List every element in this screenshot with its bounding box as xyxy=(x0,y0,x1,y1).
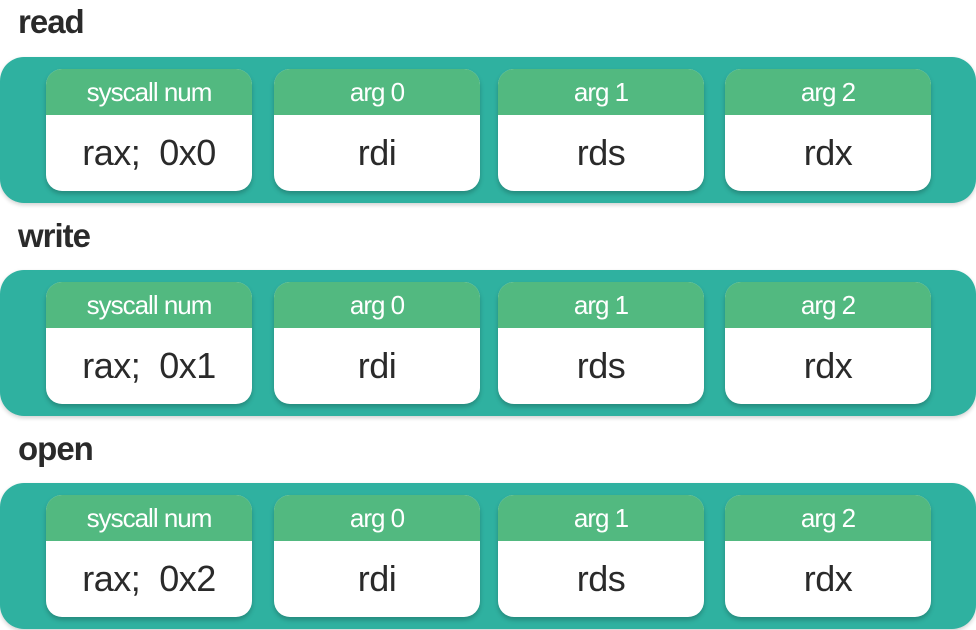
syscall-num-cell: syscall num rax; 0x2 xyxy=(46,495,252,617)
cell-header: arg 0 xyxy=(274,495,480,541)
cell-header: arg 0 xyxy=(274,282,480,328)
syscall-band-read: syscall num rax; 0x0 arg 0 rdi arg 1 rds… xyxy=(0,57,976,203)
cell-header: syscall num xyxy=(46,69,252,115)
arg0-cell: arg 0 rdi xyxy=(274,282,480,404)
cell-value: rax; 0x2 xyxy=(82,558,216,599)
syscall-band-write: syscall num rax; 0x1 arg 0 rdi arg 1 rds… xyxy=(0,270,976,416)
cell-value: rdx xyxy=(803,558,853,599)
arg1-cell: arg 1 rds xyxy=(498,495,704,617)
cell-header: arg 1 xyxy=(498,69,704,115)
syscall-num-cell: syscall num rax; 0x0 xyxy=(46,69,252,191)
cell-value: rds xyxy=(576,345,626,386)
cell-header: syscall num xyxy=(46,495,252,541)
section-title-read: read xyxy=(18,3,85,40)
arg1-cell: arg 1 rds xyxy=(498,69,704,191)
cell-header: arg 2 xyxy=(725,69,931,115)
cell-value: rds xyxy=(576,558,626,599)
cell-value: rdi xyxy=(357,345,397,386)
arg0-cell: arg 0 rdi xyxy=(274,495,480,617)
cell-header: arg 2 xyxy=(725,282,931,328)
cell-value: rdi xyxy=(357,132,397,173)
arg2-cell: arg 2 rdx xyxy=(725,69,931,191)
cell-value: rdi xyxy=(357,558,397,599)
cell-value: rds xyxy=(576,132,626,173)
cell-value: rax; 0x1 xyxy=(82,345,216,386)
cell-header: arg 0 xyxy=(274,69,480,115)
cell-value: rdx xyxy=(803,345,853,386)
cell-header: syscall num xyxy=(46,282,252,328)
syscall-num-cell: syscall num rax; 0x1 xyxy=(46,282,252,404)
syscall-band-open: syscall num rax; 0x2 arg 0 rdi arg 1 rds… xyxy=(0,483,976,629)
arg1-cell: arg 1 rds xyxy=(498,282,704,404)
cell-value: rdx xyxy=(803,132,853,173)
arg2-cell: arg 2 rdx xyxy=(725,495,931,617)
arg0-cell: arg 0 rdi xyxy=(274,69,480,191)
cell-header: arg 2 xyxy=(725,495,931,541)
cell-header: arg 1 xyxy=(498,282,704,328)
arg2-cell: arg 2 rdx xyxy=(725,282,931,404)
cell-header: arg 1 xyxy=(498,495,704,541)
section-title-open: open xyxy=(18,430,94,467)
section-title-write: write xyxy=(18,217,91,254)
cell-value: rax; 0x0 xyxy=(82,132,216,173)
